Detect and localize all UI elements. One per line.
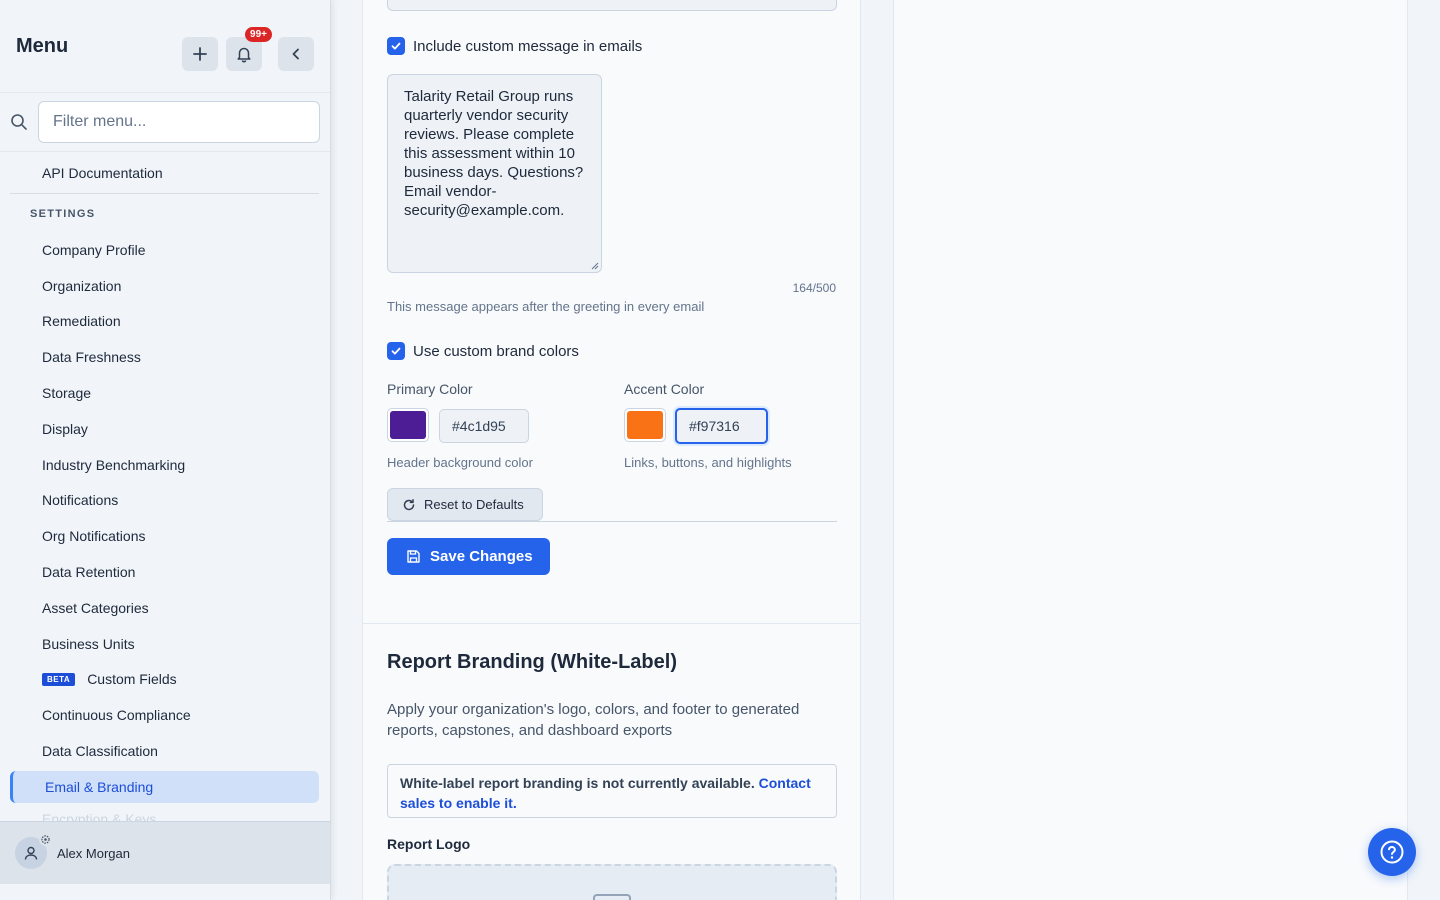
user-icon [24, 846, 38, 860]
preview-panel [893, 0, 1408, 900]
custom-message-textarea[interactable]: Talarity Retail Group runs quarterly ven… [387, 74, 602, 273]
accent-color-label: Accent Color [624, 381, 705, 397]
reset-button-label: Reset to Defaults [424, 497, 524, 512]
brand-colors-checkbox-row[interactable]: Use custom brand colors [387, 342, 579, 360]
sidebar-item-remediation[interactable]: Remediation [10, 304, 319, 340]
sidebar-item-encryption-keys[interactable]: Encryption & Keys [10, 803, 319, 821]
help-button[interactable] [1368, 828, 1416, 876]
settings-section-label: SETTINGS [30, 208, 96, 220]
user-profile[interactable]: Alex Morgan [0, 821, 330, 884]
sidebar-item-company-profile[interactable]: Company Profile [10, 232, 319, 268]
report-logo-label: Report Logo [387, 836, 471, 852]
gear-icon [39, 833, 52, 846]
section-divider [363, 623, 860, 624]
divider [387, 521, 837, 522]
check-icon [391, 42, 401, 50]
accent-color-input[interactable] [675, 408, 768, 444]
custom-message-help: This message appears after the greeting … [387, 299, 705, 314]
notifications-button[interactable]: 99+ [226, 27, 272, 71]
sidebar: Menu 99+ API Documentation SETTINGS Comp… [0, 0, 331, 900]
report-branding-title: Report Branding (White-Label) [387, 651, 677, 673]
sidebar-item-business-units[interactable]: Business Units [10, 626, 319, 662]
filter-menu-input[interactable] [38, 101, 320, 143]
add-button[interactable] [182, 37, 218, 71]
upload-icon [593, 894, 631, 900]
sidebar-item-data-classification[interactable]: Data Classification [10, 733, 319, 769]
sidebar-item-continuous-compliance[interactable]: Continuous Compliance [10, 697, 319, 733]
accent-color-help: Links, buttons, and highlights [624, 455, 792, 470]
sidebar-title: Menu [16, 34, 69, 57]
white-label-notice: White-label report branding is not curre… [387, 764, 837, 818]
brand-colors-label: Use custom brand colors [413, 342, 579, 360]
sidebar-item-label: Custom Fields [87, 671, 177, 688]
save-changes-button[interactable]: Save Changes [387, 538, 550, 575]
accent-color-swatch[interactable] [624, 408, 666, 442]
check-icon [391, 347, 401, 355]
custom-message-checkbox[interactable] [387, 37, 405, 55]
sidebar-item-data-freshness[interactable]: Data Freshness [10, 339, 319, 375]
custom-message-text: Talarity Retail Group runs quarterly ven… [404, 88, 584, 219]
bell-icon [237, 47, 251, 63]
save-button-label: Save Changes [430, 548, 533, 565]
sidebar-item-email-branding[interactable]: Email & Branding [10, 770, 319, 803]
notice-text: White-label report branding is not curre… [400, 775, 755, 791]
sidebar-nav: API Documentation SETTINGS Company Profi… [10, 152, 319, 821]
refresh-icon [403, 498, 415, 510]
search-icon [10, 113, 30, 131]
email-branding-panel: Include custom message in emails Talarit… [362, 0, 861, 900]
primary-color-help: Header background color [387, 455, 533, 470]
sidebar-header: Menu 99+ [0, 0, 330, 93]
sidebar-item-data-retention[interactable]: Data Retention [10, 554, 319, 590]
help-icon [1380, 840, 1404, 864]
notification-badge: 99+ [245, 27, 272, 42]
save-icon [407, 550, 420, 563]
custom-message-checkbox-row[interactable]: Include custom message in emails [387, 37, 642, 55]
plus-icon [193, 47, 207, 61]
primary-color-swatch[interactable] [387, 408, 429, 442]
sidebar-item-api-documentation[interactable]: API Documentation [10, 152, 319, 194]
sidebar-search [0, 93, 330, 152]
character-counter: 164/500 [792, 281, 836, 295]
chevron-left-icon [292, 48, 299, 60]
sidebar-item-display[interactable]: Display [10, 411, 319, 447]
resize-handle-icon[interactable] [591, 262, 599, 270]
sidebar-item-organization[interactable]: Organization [10, 268, 319, 304]
sidebar-item-custom-fields[interactable]: BETA Custom Fields [10, 662, 319, 698]
sidebar-item-industry-benchmarking[interactable]: Industry Benchmarking [10, 447, 319, 483]
custom-message-label: Include custom message in emails [413, 37, 643, 55]
user-name: Alex Morgan [57, 845, 130, 861]
reset-to-defaults-button[interactable]: Reset to Defaults [387, 488, 543, 521]
collapse-sidebar-button[interactable] [278, 37, 314, 71]
primary-color-input[interactable] [439, 409, 529, 443]
sidebar-item-storage[interactable]: Storage [10, 375, 319, 411]
sidebar-item-org-notifications[interactable]: Org Notifications [10, 518, 319, 554]
report-logo-dropzone[interactable] [387, 864, 837, 900]
primary-color-label: Primary Color [387, 381, 473, 397]
brand-colors-checkbox[interactable] [387, 342, 405, 360]
beta-badge: BETA [42, 672, 76, 686]
previous-field [387, 0, 837, 11]
sidebar-item-notifications[interactable]: Notifications [10, 483, 319, 519]
sidebar-actions: 99+ [182, 27, 314, 71]
avatar [15, 833, 52, 869]
sidebar-item-asset-categories[interactable]: Asset Categories [10, 590, 319, 626]
report-branding-description: Apply your organization's logo, colors, … [387, 701, 800, 739]
